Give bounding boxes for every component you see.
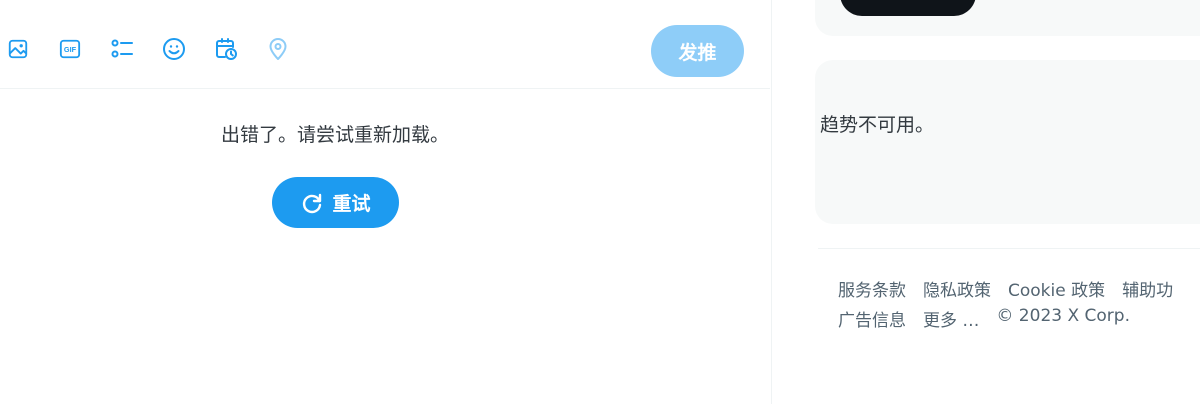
sidebar-dark-button[interactable] bbox=[840, 0, 976, 16]
page: GIF 发推 出错了。请尝试重新加载。 重试 趋势不可用。 服务条款 隐私政策 … bbox=[0, 0, 1200, 404]
trends-card bbox=[815, 60, 1200, 224]
schedule-icon[interactable] bbox=[214, 37, 238, 61]
sidebar-divider bbox=[818, 248, 1200, 249]
image-icon[interactable] bbox=[6, 37, 30, 61]
gif-icon[interactable]: GIF bbox=[58, 37, 82, 61]
location-icon[interactable] bbox=[266, 37, 290, 61]
footer-link-privacy[interactable]: 隐私政策 bbox=[923, 276, 991, 301]
footer-link-terms[interactable]: 服务条款 bbox=[838, 276, 906, 301]
right-sidebar: 趋势不可用。 服务条款 隐私政策 Cookie 政策 辅助功 广告信息 更多 …… bbox=[772, 0, 1200, 404]
footer-link-accessibility[interactable]: 辅助功 bbox=[1122, 276, 1173, 301]
refresh-icon bbox=[300, 191, 324, 215]
retry-label: 重试 bbox=[332, 193, 371, 215]
trends-unavailable-message: 趋势不可用。 bbox=[820, 114, 935, 136]
composer-toolbar: GIF 发推 bbox=[0, 0, 770, 89]
footer-link-more[interactable]: 更多 … bbox=[923, 306, 979, 331]
main-column: GIF 发推 出错了。请尝试重新加载。 重试 bbox=[0, 0, 772, 404]
footer-link-ads-info[interactable]: 广告信息 bbox=[838, 306, 906, 331]
poll-icon[interactable] bbox=[110, 37, 134, 61]
retry-button[interactable]: 重试 bbox=[272, 177, 399, 228]
footer-link-cookie-policy[interactable]: Cookie 政策 bbox=[1008, 276, 1105, 301]
timeline-error-message: 出错了。请尝试重新加载。 bbox=[220, 124, 449, 146]
emoji-icon[interactable] bbox=[162, 37, 186, 61]
post-button[interactable]: 发推 bbox=[651, 25, 744, 77]
copyright: © 2023 X Corp. bbox=[996, 306, 1130, 326]
footer-links-row-2: 广告信息 更多 … © 2023 X Corp. bbox=[838, 306, 1130, 331]
footer-links-row-1: 服务条款 隐私政策 Cookie 政策 辅助功 bbox=[838, 276, 1190, 301]
gif-icon-text: GIF bbox=[64, 45, 77, 54]
